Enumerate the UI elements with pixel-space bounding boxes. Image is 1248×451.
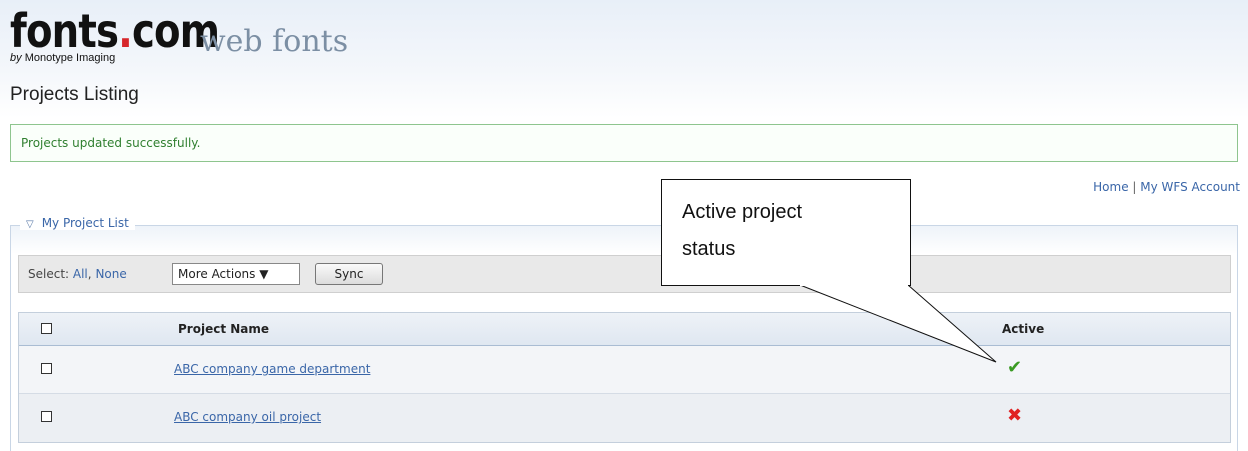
callout-bottom-edge	[661, 285, 911, 286]
